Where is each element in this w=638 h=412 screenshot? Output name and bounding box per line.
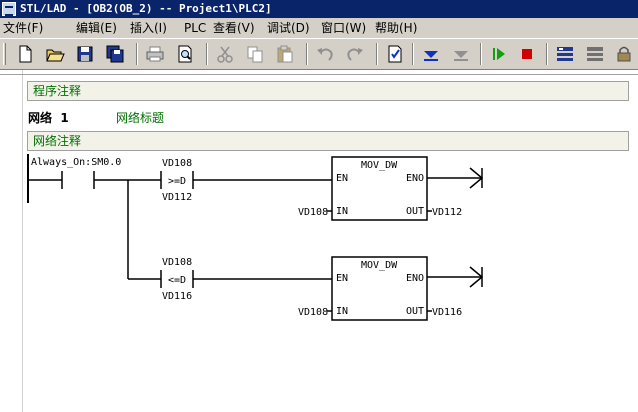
- monitor-icon[interactable]: [554, 44, 576, 64]
- menu-help[interactable]: 帮助(H): [375, 18, 417, 38]
- cut-icon[interactable]: [214, 44, 236, 64]
- undo-icon[interactable]: [314, 44, 336, 64]
- compare-contact-1[interactable]: [160, 171, 332, 189]
- check-document-icon[interactable]: [384, 44, 406, 64]
- toolbar: [0, 38, 638, 70]
- save-icon[interactable]: [74, 44, 96, 64]
- box-2-out-operand[interactable]: VD116: [432, 307, 462, 318]
- toolbar-separator: [546, 43, 548, 65]
- box-1-name: MOV_DW: [361, 160, 398, 171]
- box-2-in: IN: [336, 306, 348, 317]
- compare-1-bottom-operand: VD112: [162, 192, 192, 203]
- box-2-in-operand[interactable]: VD108: [298, 307, 328, 318]
- box-1-eno: ENO: [406, 173, 424, 184]
- toolbar-separator: [376, 43, 378, 65]
- new-file-icon[interactable]: [14, 44, 36, 64]
- title-bar: STL/LAD - [OB2(OB_2) -- Project1\PLC2]: [0, 0, 638, 18]
- box-2-out: OUT: [406, 306, 424, 317]
- box-1-out: OUT: [406, 206, 424, 217]
- box-2-en: EN: [336, 273, 348, 284]
- toolbar-separator: [412, 43, 414, 65]
- compare-2-operator: <=D: [168, 275, 186, 286]
- menu-bar: 文件(F) 编辑(E) 插入(I) PLC 查看(V) 调试(D) 窗口(W) …: [0, 18, 638, 38]
- run-icon[interactable]: [488, 44, 510, 64]
- window-title: STL/LAD - [OB2(OB_2) -- Project1\PLC2]: [20, 2, 272, 15]
- menu-debug[interactable]: 调试(D): [267, 18, 310, 38]
- box-2-name: MOV_DW: [361, 260, 398, 271]
- lad-editor[interactable]: 程序注释 网络 1 网络标题 网络注释 Always_On:SM0.0 VD10…: [0, 70, 638, 412]
- print-icon[interactable]: [144, 44, 166, 64]
- compare-1-operator: >=D: [168, 176, 186, 187]
- menu-file[interactable]: 文件(F): [3, 18, 43, 38]
- contact-always-on[interactable]: [28, 171, 161, 189]
- menu-edit[interactable]: 编辑(E): [76, 18, 117, 38]
- menu-insert[interactable]: 插入(I): [130, 18, 167, 38]
- box-1-in-operand[interactable]: VD108: [298, 207, 328, 218]
- menu-window[interactable]: 窗口(W): [321, 18, 366, 38]
- print-preview-icon[interactable]: [174, 44, 196, 64]
- lock-icon[interactable]: [614, 44, 634, 64]
- toolbar-separator: [206, 43, 208, 65]
- open-folder-icon[interactable]: [44, 44, 66, 64]
- box-1-in: IN: [336, 206, 348, 217]
- ladder-diagram: Always_On:SM0.0 VD108 >=D VD112 VD108 <=…: [27, 154, 484, 321]
- copy-icon[interactable]: [244, 44, 266, 64]
- box-1-out-operand[interactable]: VD112: [432, 207, 462, 218]
- compare-1-top-operand: VD108: [162, 158, 192, 169]
- toolbar-separator: [136, 43, 138, 65]
- contact-label: Always_On:SM0.0: [31, 157, 121, 168]
- menu-plc[interactable]: PLC: [184, 18, 206, 38]
- app-icon: [2, 2, 16, 16]
- compare-2-bottom-operand: VD116: [162, 291, 192, 302]
- paste-icon[interactable]: [274, 44, 296, 64]
- redo-icon[interactable]: [344, 44, 366, 64]
- toolbar-grip[interactable]: [3, 43, 6, 65]
- overview-icon[interactable]: [584, 44, 606, 64]
- stop-icon[interactable]: [516, 44, 538, 64]
- compare-2-top-operand: VD108: [162, 257, 192, 268]
- download-icon[interactable]: [420, 44, 442, 64]
- compare-contact-2[interactable]: [160, 270, 332, 288]
- box-1-en: EN: [336, 173, 348, 184]
- upload-icon[interactable]: [450, 44, 472, 64]
- toolbar-separator: [306, 43, 308, 65]
- box-2-eno: ENO: [406, 273, 424, 284]
- menu-view[interactable]: 查看(V): [213, 18, 255, 38]
- save-all-icon[interactable]: [104, 44, 126, 64]
- toolbar-separator: [480, 43, 482, 65]
